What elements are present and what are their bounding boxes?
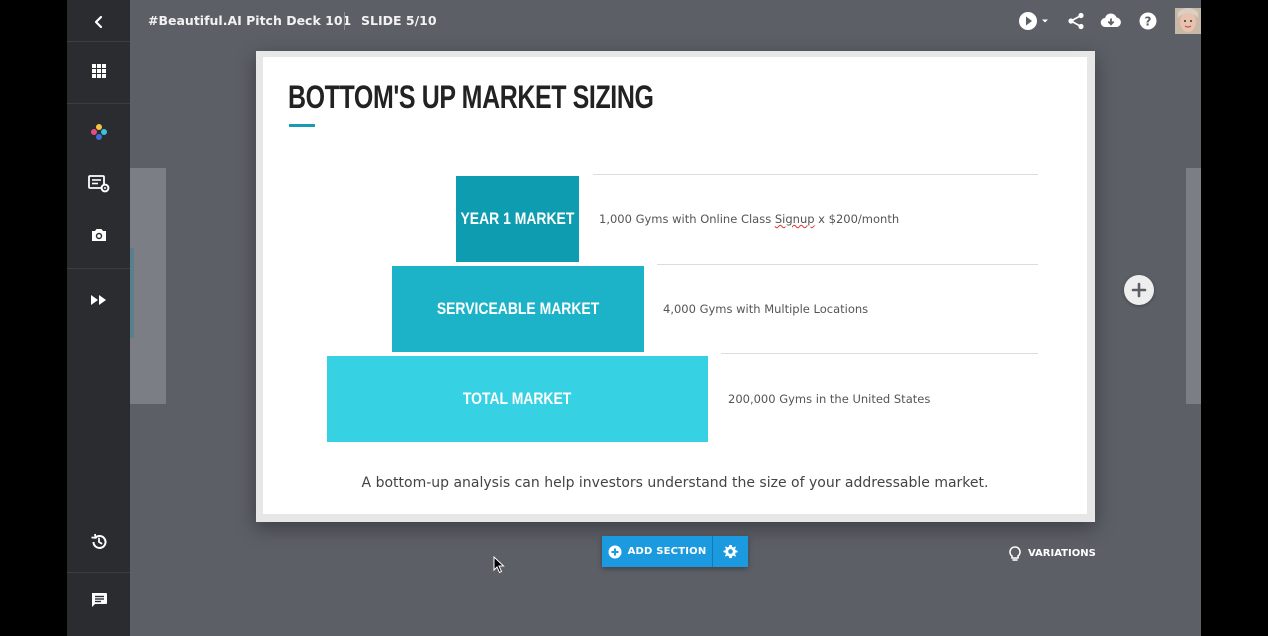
history-icon[interactable]	[67, 522, 130, 562]
next-slide-thumbnail[interactable]	[1186, 168, 1201, 404]
help-icon[interactable]: ?	[1137, 10, 1159, 32]
user-avatar[interactable]	[1175, 8, 1201, 34]
previous-slide-thumbnail[interactable]	[130, 168, 166, 404]
theme-dots-icon[interactable]	[67, 112, 130, 152]
tier-description-text: x $200/month	[814, 212, 900, 226]
variations-label: VARIATIONS	[1028, 548, 1096, 559]
title-underline	[289, 124, 315, 127]
sidebar-divider	[67, 103, 130, 104]
tier-year1-market[interactable]: YEAR 1 MARKET	[456, 176, 579, 262]
camera-icon[interactable]	[67, 215, 130, 255]
tier-label: SERVICEABLE MARKET	[436, 299, 600, 318]
fast-forward-icon[interactable]	[67, 280, 130, 320]
slide-canvas[interactable]: BOTTOM'S UP MARKET SIZING YEAR 1 MARKET …	[256, 51, 1095, 522]
left-sidebar	[67, 0, 130, 636]
tier-label: YEAR 1 MARKET	[460, 209, 575, 228]
title-separator	[344, 12, 345, 30]
play-icon[interactable]	[1018, 10, 1052, 32]
screen-border	[1201, 0, 1268, 636]
sidebar-divider	[67, 268, 130, 269]
tier-description-text: 1,000 Gyms with Online Class	[599, 212, 775, 226]
spellcheck-word: Signup	[774, 212, 815, 226]
tier-divider	[657, 264, 1038, 265]
sidebar-divider	[67, 572, 130, 573]
deck-title[interactable]: #Beautiful.AI Pitch Deck 101	[148, 13, 351, 28]
variations-button[interactable]: VARIATIONS	[1009, 546, 1096, 561]
download-icon[interactable]	[1100, 10, 1122, 32]
tier-total-market[interactable]: TOTAL MARKET	[327, 356, 708, 442]
tier-description[interactable]: 1,000 Gyms with Online Class Signup x $2…	[599, 212, 899, 226]
app-window: #Beautiful.AI Pitch Deck 101 SLIDE 5/10	[67, 0, 1201, 636]
slide: BOTTOM'S UP MARKET SIZING YEAR 1 MARKET …	[263, 57, 1087, 514]
tier-divider	[721, 353, 1038, 354]
slide-title[interactable]: BOTTOM'S UP MARKET SIZING	[288, 79, 654, 116]
comment-icon[interactable]	[67, 580, 130, 620]
add-slide-plus-icon[interactable]	[1124, 275, 1154, 305]
top-bar: #Beautiful.AI Pitch Deck 101 SLIDE 5/10	[130, 0, 1201, 42]
svg-text:?: ?	[1145, 14, 1152, 28]
previous-slide-accent	[130, 248, 134, 338]
lightbulb-icon	[1009, 546, 1021, 561]
tier-label: TOTAL MARKET	[463, 389, 572, 408]
section-settings-gear-icon[interactable]	[713, 536, 748, 567]
add-section-label: ADD SECTION	[627, 546, 707, 557]
slide-indicator: SLIDE 5/10	[361, 13, 437, 28]
slide-caption[interactable]: A bottom-up analysis can help investors …	[263, 475, 1087, 491]
add-section-button-group: ADD SECTION	[602, 536, 748, 567]
plus-circle-icon	[608, 545, 622, 558]
share-icon[interactable]	[1065, 10, 1087, 32]
add-section-button[interactable]: ADD SECTION	[602, 536, 712, 567]
tier-serviceable-market[interactable]: SERVICEABLE MARKET	[392, 266, 644, 352]
grid-icon[interactable]	[67, 51, 130, 91]
tier-description[interactable]: 4,000 Gyms with Multiple Locations	[663, 302, 868, 316]
sidebar-divider	[67, 41, 130, 42]
tier-description[interactable]: 200,000 Gyms in the United States	[728, 392, 930, 406]
slide-settings-icon[interactable]	[67, 164, 130, 204]
back-arrow-icon[interactable]	[67, 2, 130, 42]
tier-divider	[593, 174, 1038, 175]
mouse-cursor-icon	[493, 555, 505, 578]
